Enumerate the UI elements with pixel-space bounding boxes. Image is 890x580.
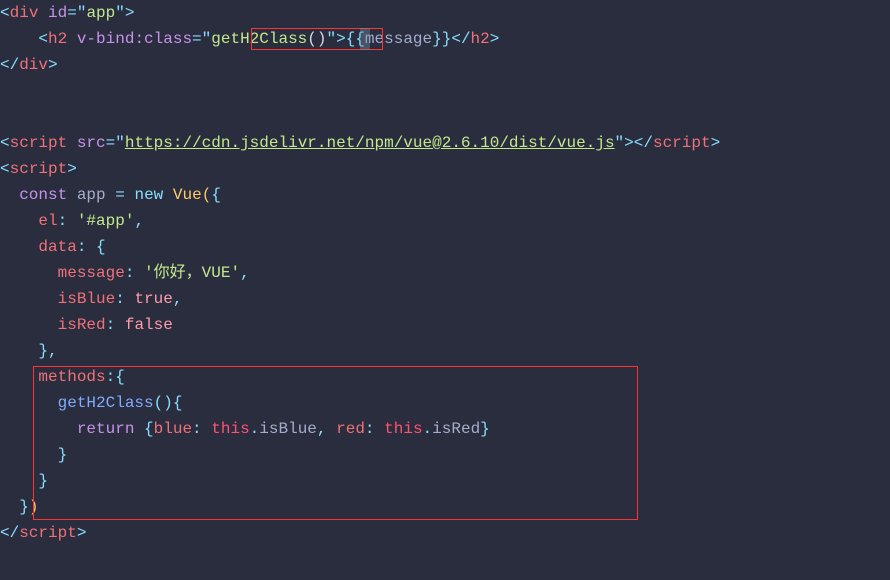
code-line[interactable]: isRed: false [0,312,890,338]
code-line[interactable]: <script src="https://cdn.jsdelivr.net/np… [0,130,890,156]
code-line[interactable]: const app = new Vue({ [0,182,890,208]
code-line[interactable]: </div> [0,52,890,78]
code-line[interactable]: <div id="app"> [0,0,890,26]
code-line[interactable] [0,78,890,104]
code-line[interactable]: getH2Class(){ [0,390,890,416]
code-line[interactable] [0,104,890,130]
code-editor[interactable]: <div id="app"> <h2 v-bind:class="getH2Cl… [0,0,890,546]
code-line[interactable]: } [0,468,890,494]
code-line[interactable]: } [0,442,890,468]
code-line[interactable]: </script> [0,520,890,546]
code-line[interactable]: isBlue: true, [0,286,890,312]
code-line[interactable]: data: { [0,234,890,260]
code-line[interactable]: methods:{ [0,364,890,390]
code-line[interactable]: }) [0,494,890,520]
code-line[interactable]: <h2 v-bind:class="getH2Class()">{{messag… [0,26,890,52]
code-line[interactable]: el: '#app', [0,208,890,234]
code-line[interactable]: message: '你好，VUE', [0,260,890,286]
code-line[interactable]: }, [0,338,890,364]
code-line[interactable]: return {blue: this.isBlue, red: this.isR… [0,416,890,442]
code-line[interactable]: <script> [0,156,890,182]
